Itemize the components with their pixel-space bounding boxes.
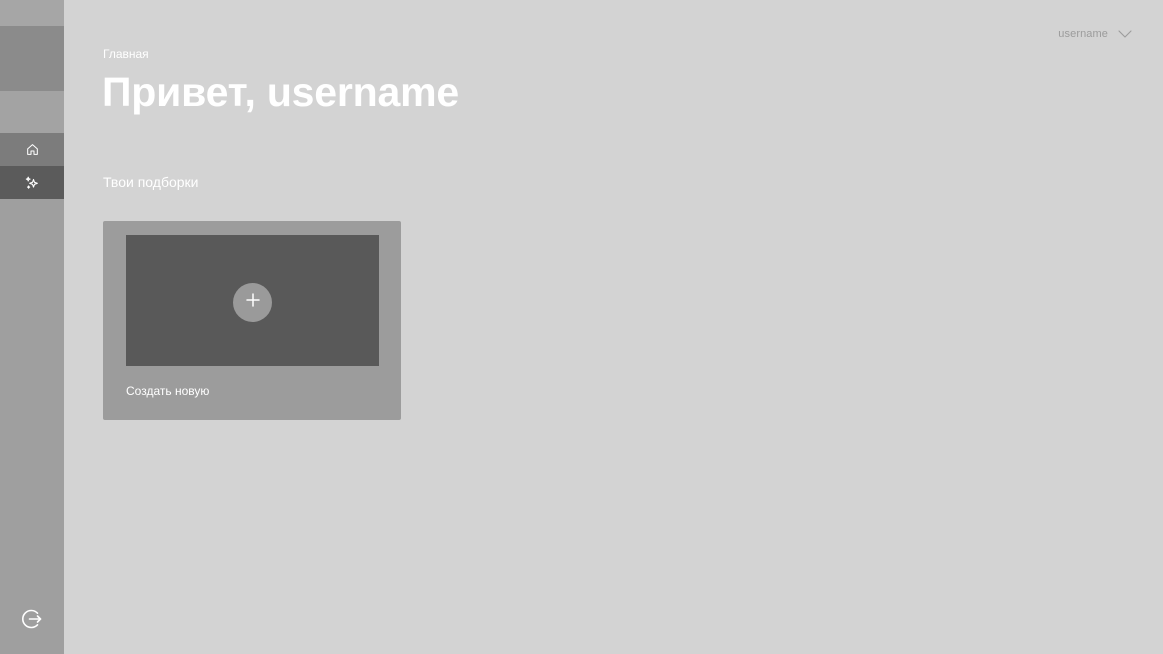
logout-icon: [21, 608, 43, 635]
user-menu[interactable]: username: [1058, 25, 1132, 43]
create-card-label: Создать новую: [126, 384, 210, 398]
sidebar-spacer: [0, 91, 64, 133]
user-name: username: [1058, 28, 1108, 40]
sidebar-item-collections[interactable]: [0, 166, 64, 199]
create-collection-card[interactable]: Создать новую: [103, 221, 401, 420]
section-title-collections: Твои подборки: [103, 174, 199, 190]
app-root: username Главная Привет, username Твои п…: [0, 0, 1163, 654]
sidebar: [0, 0, 64, 654]
logout-button[interactable]: [20, 609, 44, 633]
plus-icon: [245, 293, 260, 312]
sidebar-top-strip: [0, 0, 64, 26]
home-icon: [26, 143, 39, 156]
sparkles-icon: [25, 176, 39, 190]
page-title: Привет, username: [102, 69, 459, 115]
breadcrumb[interactable]: Главная: [103, 47, 149, 61]
add-button[interactable]: [233, 283, 272, 322]
card-thumbnail: [126, 235, 379, 366]
sidebar-item-home[interactable]: [0, 133, 64, 166]
sidebar-logo-block[interactable]: [0, 26, 64, 91]
chevron-down-icon: [1118, 25, 1132, 43]
